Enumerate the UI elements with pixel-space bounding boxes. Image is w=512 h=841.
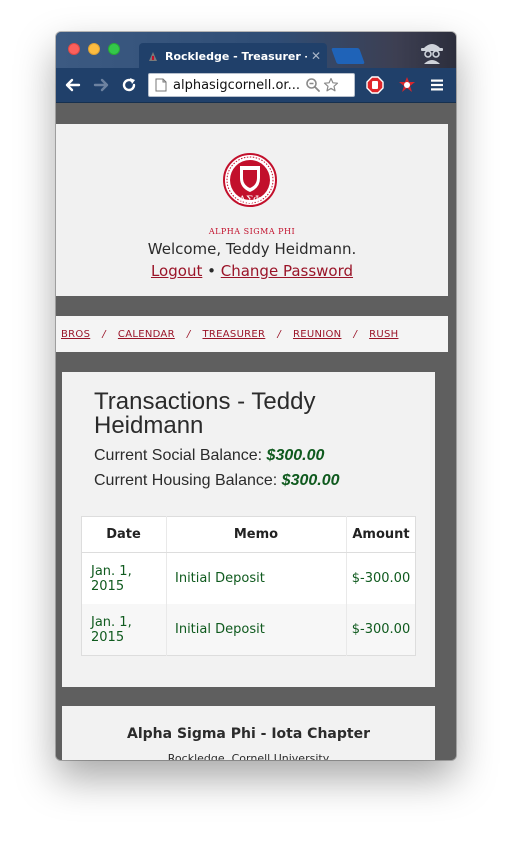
cell-date: Jan. 1, 2015 <box>81 604 167 656</box>
tab-title: Rockledge - Treasurer - Teddy <box>165 49 307 63</box>
main-nav: BROS / CALENDAR / TREASURER / REUNION / … <box>56 316 448 352</box>
incognito-icon <box>421 44 443 64</box>
cell-memo: Initial Deposit <box>166 604 347 656</box>
site-header: ΑΣΦ ALPHA SIGMA PHI Welcome, Teddy Heidm… <box>56 124 448 296</box>
social-balance-value: $300.00 <box>266 447 325 464</box>
close-window-button[interactable] <box>68 43 80 55</box>
bullet-separator: • <box>207 262 216 280</box>
crest-logo-icon: ΑΣΦ <box>223 153 277 207</box>
housing-balance-label: Current Housing Balance: <box>94 472 278 489</box>
nav-item-bros[interactable]: BROS <box>61 329 90 340</box>
table-row: Jan. 1, 2015 Initial Deposit $-300.00 <box>81 604 416 656</box>
column-header-date: Date <box>81 516 167 553</box>
column-header-memo: Memo <box>166 516 347 553</box>
footer-title: Alpha Sigma Phi - Iota Chapter <box>127 726 370 742</box>
table-header-row: Date Memo Amount <box>81 516 416 553</box>
extension-badge-icon[interactable] <box>398 76 416 94</box>
bookmark-star-icon[interactable] <box>323 77 339 93</box>
page-icon <box>155 78 167 92</box>
hamburger-menu-icon[interactable] <box>430 78 444 92</box>
url-input[interactable] <box>173 77 303 93</box>
tab-close-icon[interactable]: ✕ <box>311 49 321 63</box>
nav-item-rush[interactable]: RUSH <box>369 329 398 340</box>
auth-links: Logout • Change Password <box>56 262 448 280</box>
tab-strip: Rockledge - Treasurer - Teddy ✕ <box>56 32 456 69</box>
forward-arrow-icon[interactable] <box>92 76 110 94</box>
site-favicon-icon <box>149 51 157 61</box>
change-password-link[interactable]: Change Password <box>221 262 353 280</box>
nav-item-treasurer[interactable]: TREASURER <box>203 329 266 340</box>
minimize-window-button[interactable] <box>88 43 100 55</box>
svg-text:ΑΣΦ: ΑΣΦ <box>238 195 262 206</box>
zoom-icon[interactable] <box>305 77 321 93</box>
column-header-amount: Amount <box>346 516 416 553</box>
logout-link[interactable]: Logout <box>151 262 202 280</box>
nav-separator: / <box>277 328 281 340</box>
table-row: Jan. 1, 2015 Initial Deposit $-300.00 <box>82 552 416 604</box>
browser-window: Rockledge - Treasurer - Teddy ✕ <box>56 32 456 760</box>
page-title: Transactions - Teddy Heidmann <box>94 388 316 439</box>
nav-separator: / <box>353 328 358 340</box>
site-footer: Alpha Sigma Phi - Iota Chapter Rockledge… <box>62 706 435 760</box>
nav-item-reunion[interactable]: REUNION <box>293 329 341 340</box>
housing-balance-value: $300.00 <box>281 472 340 489</box>
cell-memo: Initial Deposit <box>166 552 347 604</box>
nav-separator: / <box>102 328 106 340</box>
nav-item-calendar[interactable]: CALENDAR <box>118 329 175 340</box>
housing-balance: Current Housing Balance: $300.00 <box>94 472 340 490</box>
zoom-window-button[interactable] <box>108 43 120 55</box>
footer-subtitle: Rockledge, Cornell University <box>167 752 330 760</box>
adblock-extension-icon[interactable] <box>366 76 384 94</box>
cell-amount: $-300.00 <box>346 604 416 656</box>
nav-separator: / <box>186 328 191 340</box>
tab-rockledge-treasurer[interactable]: Rockledge - Treasurer - Teddy ✕ <box>139 43 327 69</box>
reload-icon[interactable] <box>120 76 138 94</box>
address-bar[interactable] <box>148 73 355 97</box>
transactions-panel: Transactions - Teddy Heidmann Current So… <box>62 372 435 687</box>
social-balance-label: Current Social Balance: <box>94 447 263 464</box>
browser-toolbar <box>56 68 456 103</box>
welcome-message: Welcome, Teddy Heidmann. <box>147 240 357 258</box>
org-name: ALPHA SIGMA PHI <box>208 227 296 236</box>
social-balance: Current Social Balance: $300.00 <box>94 447 324 465</box>
back-arrow-icon[interactable] <box>64 76 82 94</box>
cell-date: Jan. 1, 2015 <box>91 563 132 594</box>
cell-amount: $-300.00 <box>346 552 416 604</box>
new-tab-button[interactable] <box>331 48 365 64</box>
transactions-table: Date Memo Amount Jan. 1, 2015 Initial De… <box>81 516 416 656</box>
page-viewport: ΑΣΦ ALPHA SIGMA PHI Welcome, Teddy Heidm… <box>56 103 456 760</box>
